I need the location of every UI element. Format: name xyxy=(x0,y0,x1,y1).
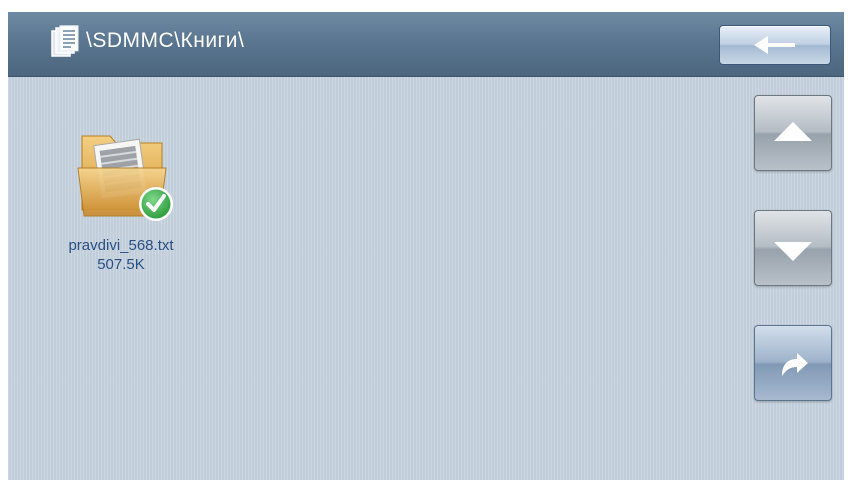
file-name: pravdivi_568.txt xyxy=(68,237,174,254)
share-button[interactable] xyxy=(754,325,832,401)
folder-document-check-icon xyxy=(64,124,176,224)
current-path: \SDMMC\Книги\ xyxy=(86,29,245,52)
file-size: 507.5K xyxy=(97,256,145,273)
scroll-down-button[interactable] xyxy=(754,210,832,286)
title-bar: \SDMMC\Книги\ xyxy=(8,12,844,77)
file-browser-screen: \SDMMC\Книги\ pravdivi_568.txt 507.5K xyxy=(8,12,844,480)
back-button[interactable] xyxy=(719,25,831,65)
scroll-up-button[interactable] xyxy=(754,95,832,171)
document-stack-icon xyxy=(50,25,80,59)
file-item[interactable]: pravdivi_568.txt 507.5K xyxy=(46,124,196,294)
